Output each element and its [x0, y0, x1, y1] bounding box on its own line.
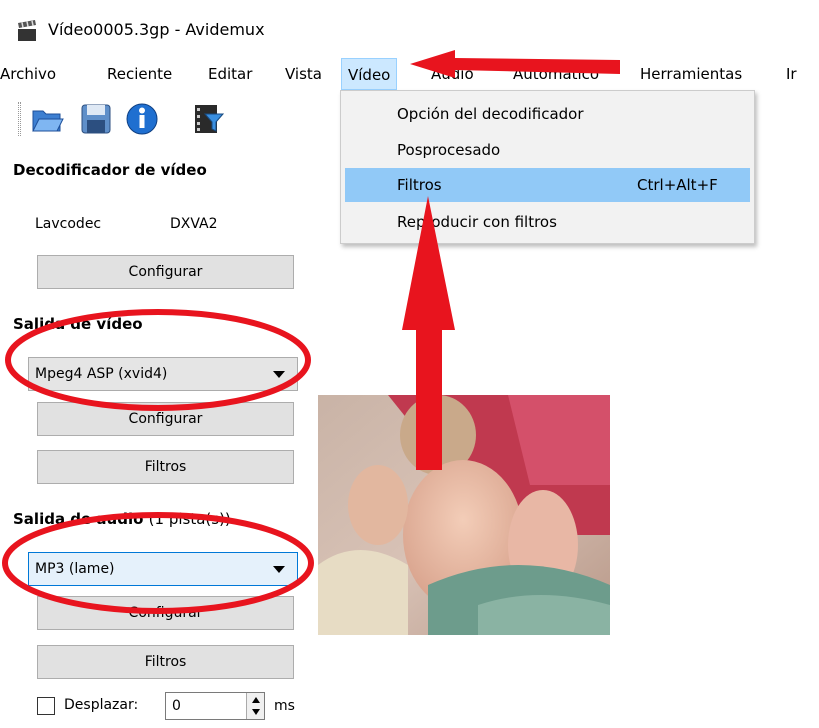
decoder-hw-accel: DXVA2: [170, 216, 218, 232]
audio-output-section-title: Salida de audio (1 pista(s)): [13, 510, 231, 528]
menu-item-play-filtered[interactable]: Reproducir con filtros: [345, 205, 750, 239]
menu-item-postprocessing[interactable]: Posprocesado: [345, 133, 750, 167]
chevron-down-icon: [273, 566, 285, 573]
menu-item-label: Reproducir con filtros: [397, 213, 557, 231]
offset-label: Desplazar:: [64, 697, 139, 713]
menu-item-label: Posprocesado: [397, 141, 501, 159]
menu-archivo[interactable]: Archivo: [0, 58, 56, 90]
video-menu-dropdown: Opción del decodificador Posprocesado Fi…: [340, 90, 755, 244]
decoder-codec-name: Lavcodec: [35, 216, 102, 232]
audio-codec-select[interactable]: MP3 (lame): [28, 552, 298, 586]
offset-spinbox[interactable]: 0: [165, 692, 265, 720]
offset-unit: ms: [274, 698, 295, 714]
title-bar: Vídeo0005.3gp - Avidemux: [0, 0, 819, 58]
decoder-configure-button[interactable]: Configurar: [37, 255, 294, 289]
toolbar-grip: [18, 102, 21, 136]
menu-item-label: Filtros: [397, 176, 442, 194]
spinner-arrows-icon[interactable]: [246, 693, 264, 719]
menu-bar: Archivo Reciente Editar Vista Vídeo Audi…: [0, 58, 819, 90]
audio-output-title: Salida de audio: [13, 510, 144, 528]
menu-vista[interactable]: Vista: [285, 58, 322, 90]
video-filters-button[interactable]: Filtros: [37, 450, 294, 484]
video-codec-selected: Mpeg4 ASP (xvid4): [35, 366, 168, 382]
video-preview: [318, 395, 610, 635]
menu-video[interactable]: Vídeo: [341, 58, 398, 90]
menu-item-shortcut: Ctrl+Alt+F: [637, 176, 718, 194]
audio-track-count: (1 pista(s)): [148, 510, 231, 528]
menu-automatico[interactable]: Automático: [513, 58, 599, 90]
menu-item-decoder-option[interactable]: Opción del decodificador: [345, 97, 750, 131]
offset-value: 0: [172, 698, 181, 714]
menu-audio[interactable]: Audio: [431, 58, 474, 90]
menu-herramientas[interactable]: Herramientas: [640, 58, 742, 90]
offset-checkbox[interactable]: [37, 697, 55, 715]
menu-ir[interactable]: Ir: [786, 58, 797, 90]
save-floppy-icon[interactable]: [78, 102, 114, 136]
video-configure-button[interactable]: Configurar: [37, 402, 294, 436]
decoder-section-title: Decodificador de vídeo: [13, 161, 207, 179]
filter-film-icon[interactable]: [190, 102, 226, 136]
window-title: Vídeo0005.3gp - Avidemux: [48, 20, 265, 39]
chevron-down-icon: [273, 371, 285, 378]
open-folder-icon[interactable]: [30, 102, 66, 136]
audio-filters-button[interactable]: Filtros: [37, 645, 294, 679]
video-output-section-title: Salida de vídeo: [13, 315, 143, 333]
video-codec-select[interactable]: Mpeg4 ASP (xvid4): [28, 357, 298, 391]
menu-editar[interactable]: Editar: [208, 58, 252, 90]
menu-item-label: Opción del decodificador: [397, 105, 584, 123]
menu-item-filters[interactable]: Filtros Ctrl+Alt+F: [345, 168, 750, 202]
clapperboard-icon: [16, 20, 40, 42]
audio-codec-selected: MP3 (lame): [35, 561, 115, 577]
menu-reciente[interactable]: Reciente: [107, 58, 172, 90]
info-icon[interactable]: [124, 102, 160, 136]
audio-configure-button[interactable]: Configurar: [37, 596, 294, 630]
toolbar: [12, 96, 242, 144]
